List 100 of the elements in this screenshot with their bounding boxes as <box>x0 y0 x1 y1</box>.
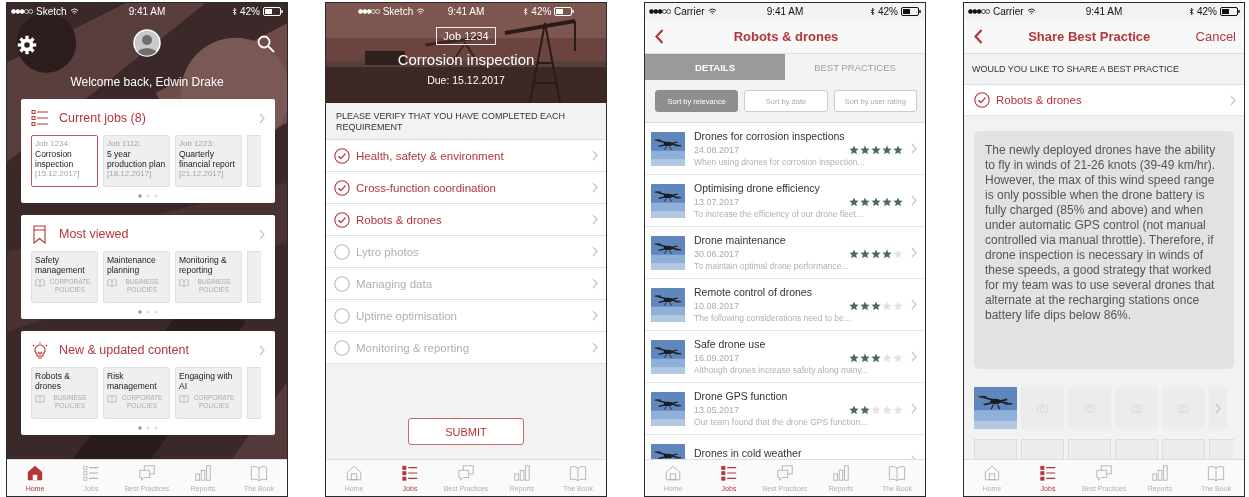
job-number: Job 1234: <box>35 139 72 149</box>
item-snippet: To increase the efficiency of our drone fleet... <box>694 208 864 220</box>
checkbox[interactable] <box>974 92 990 108</box>
job-number: Job 1223: <box>179 139 216 149</box>
star-icon <box>882 352 892 363</box>
photo-slot[interactable] <box>1021 387 1064 429</box>
requirement-label: Lytro photos <box>356 245 420 258</box>
item-title: Drone maintenance <box>694 233 787 247</box>
photo-slot[interactable] <box>1115 387 1158 429</box>
search-icon[interactable] <box>257 35 275 53</box>
star-icon <box>871 352 881 363</box>
star-icon <box>860 248 870 259</box>
book-icon <box>107 279 117 287</box>
book-icon <box>35 279 45 287</box>
carrier-name: Carrier <box>674 5 705 17</box>
home-icon <box>345 464 363 482</box>
status-time: 9:41 AM <box>447 5 485 17</box>
job-number: Job 1112: <box>107 139 142 149</box>
item-snippet: When using drones for corrosion inspection... <box>694 156 866 168</box>
wifi-icon <box>69 7 79 15</box>
practice-item[interactable]: Remote control of drones 10.08.2017 The following considerations need to be... <box>645 279 925 331</box>
more-photos-button[interactable] <box>1209 387 1227 429</box>
chevron-icon <box>1230 94 1236 106</box>
item-date: 16.09.2017 <box>694 352 740 363</box>
practice-item[interactable]: Drone maintenance 30.06.2017 To maintain optimal drone performance... <box>645 227 925 279</box>
practice-item[interactable]: Drone GPS function 13.05.2017 Our team found that the drone GPS function... <box>645 383 925 435</box>
job-tile[interactable]: Job 1112: 5 year production plan [18.12.2017] <box>103 135 170 187</box>
description-field[interactable]: The newly deployed drones have the ability to fly in winds of 21-26 knots (39-49 km/hr). However, the max of this wind speed range is only possible when the drone battery is fully charged (85% and above) and when under automatic GPS control (not manual controlled via manual throttle). Therefore, if drone inspection is necessary in winds of these speeds, a good strategy that worked for my team was to use several drones that alternate at the recharging stations once battery life dips below 86%. <box>974 131 1234 369</box>
photo-slot[interactable] <box>1162 387 1205 429</box>
job-tile[interactable]: Job 1223: Quarterly financial report [21.12.2017] <box>175 135 242 187</box>
status-time: 9:41 AM <box>1085 5 1123 17</box>
checkbox[interactable] <box>334 179 350 196</box>
partial-tile <box>247 135 261 187</box>
practice-item[interactable]: Safe drone use 16.09.2017 Although drones increase safety along many... <box>645 331 925 383</box>
signal-icon <box>968 8 990 14</box>
cancel-link[interactable]: Cancel <box>1195 28 1236 44</box>
star-icon <box>882 144 892 155</box>
practice-item[interactable]: Optimising drone efficiency 13.07.2017 To increase the efficiency of our drone fleet... <box>645 175 925 227</box>
partial-tile <box>247 367 261 419</box>
submit-button[interactable]: SUBMIT <box>408 418 524 445</box>
signal-icon <box>11 8 33 14</box>
book-icon <box>179 395 189 403</box>
star-icon <box>849 144 859 155</box>
book-icon <box>1207 464 1225 482</box>
requirement-item[interactable]: Robots & drones <box>326 204 606 236</box>
signal-icon <box>649 8 671 14</box>
chevron-icon <box>592 310 598 321</box>
checkbox[interactable] <box>334 211 350 228</box>
job-tile[interactable]: Job 1234: Corrosion inspection [15.12.2017] <box>31 135 98 187</box>
pager-dots-icon <box>138 194 158 198</box>
checkbox[interactable] <box>334 307 350 324</box>
battery-icon <box>554 6 575 16</box>
partial-tile <box>247 251 261 303</box>
job-title: Quarterly financial report <box>179 149 236 169</box>
back-icon[interactable] <box>655 28 664 44</box>
list-icon <box>401 464 419 482</box>
star-icon <box>893 196 903 207</box>
bluetooth-icon <box>869 6 875 16</box>
requirement-label: Robots & drones <box>356 213 443 226</box>
star-icon <box>849 196 859 207</box>
chevron-icon <box>911 351 917 362</box>
signal-icon <box>357 8 380 14</box>
carrier-name: Carrier <box>993 5 1024 17</box>
book-icon <box>569 464 587 482</box>
star-icon <box>882 404 892 415</box>
battery-icon <box>263 6 283 16</box>
star-icon <box>860 300 870 311</box>
star-icon <box>893 404 903 415</box>
checkbox[interactable] <box>334 275 350 292</box>
job-title: 5 year production plan <box>107 149 166 169</box>
topic-item[interactable]: Robots & drones <box>964 85 1244 116</box>
photo-slot[interactable] <box>1068 387 1111 429</box>
checkbox[interactable] <box>334 243 350 260</box>
star-icon <box>849 404 859 415</box>
job-date: [15.12.2017] <box>35 169 81 179</box>
section-title: New & updated content <box>59 343 190 357</box>
chevron-icon[interactable] <box>259 344 265 356</box>
carrier-name: Sketch <box>382 5 414 17</box>
chevron-icon[interactable] <box>259 228 265 240</box>
speech-bubbles-icon <box>776 464 794 482</box>
chevron-icon <box>592 342 598 353</box>
practice-item[interactable]: Drones for corrosion inspections 24.08.2017 When using drones for corrosion inspection... <box>645 123 925 175</box>
requirement-item[interactable]: Health, safety & environment <box>326 140 606 172</box>
chevron-icon <box>911 195 917 206</box>
speech-bubbles-icon <box>138 464 156 482</box>
back-icon[interactable] <box>974 28 983 44</box>
avatar-icon <box>133 29 161 57</box>
requirement-item[interactable]: Cross-function coordination <box>326 172 606 204</box>
checkbox[interactable] <box>334 147 350 164</box>
carrier-name: Sketch <box>36 5 67 17</box>
chevron-icon <box>911 247 917 258</box>
status-time: 9:41 AM <box>766 5 804 17</box>
chevron-icon[interactable] <box>259 112 265 124</box>
pager-dots-icon <box>138 426 158 430</box>
settings-icon[interactable] <box>17 35 37 55</box>
wifi-icon <box>1026 7 1036 15</box>
checkbox[interactable] <box>334 339 350 356</box>
star-icon <box>860 144 870 155</box>
item-date: 13.05.2017 <box>694 404 740 415</box>
chevron-icon <box>911 143 917 154</box>
